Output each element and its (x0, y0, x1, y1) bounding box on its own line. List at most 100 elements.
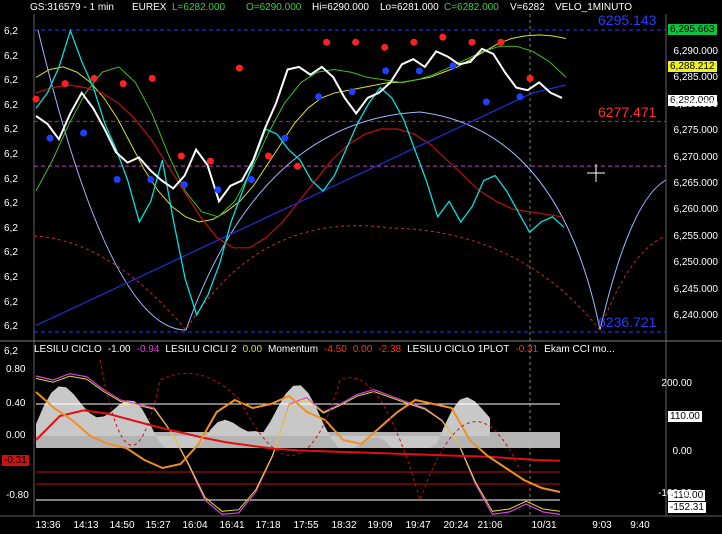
badge-yellow-level: 6,288.212 (668, 61, 717, 72)
red-signal-dot (381, 43, 389, 51)
series-green-line (35, 45, 567, 218)
price-right-tick: 6,285.000 (673, 72, 719, 83)
header-exchange: EUREX (132, 2, 167, 13)
price-left-tick: 6,2 (4, 198, 18, 209)
red-signal-dot (468, 38, 476, 46)
series-yellow-line (35, 34, 567, 223)
indicator-legend: LESILU CICLO -1.00 -0.94 LESILU CICLI 2 0.00… (34, 344, 621, 355)
header-low: Lo=6281.000 (380, 2, 439, 13)
x-axis-tick: 16:04 (182, 520, 208, 531)
red-signal-dot (90, 74, 98, 82)
red-signal-dot (323, 38, 331, 46)
price-left-tick: 6,2 (4, 272, 18, 283)
blue-signal-dot (449, 62, 457, 70)
x-axis-tick: 17:18 (255, 520, 281, 531)
price-left-tick: 6,2 (4, 100, 18, 111)
x-axis-tick: 19:09 (367, 520, 393, 531)
header-last: L=6282.000 (172, 2, 226, 13)
indicator-legend-item: LESILU CICLI 2 (165, 344, 237, 355)
indicator-left-tick: 0.00 (6, 430, 26, 441)
header-high: Hi=6290.000 (312, 2, 369, 13)
badge-cci-last: -152.31 (668, 502, 706, 513)
price-right-tick: 6,265.000 (673, 178, 719, 189)
x-axis-tick: 18:32 (331, 520, 357, 531)
blue-signal-dot (382, 67, 390, 75)
x-axis-tick: 14:50 (109, 520, 135, 531)
badge-upper-110: 110.00 (668, 411, 702, 422)
blue-signal-dot (80, 129, 88, 137)
red-signal-dot (410, 38, 418, 46)
price-right-tick: 6,280.000 (673, 99, 719, 110)
price-right-tick: 6,270.000 (673, 152, 719, 163)
red-signal-dot (148, 74, 156, 82)
chart-canvas[interactable] (0, 0, 722, 534)
price-left-tick: 6,2 (4, 51, 18, 62)
red-signal-dot (235, 64, 243, 72)
red-signal-dot (32, 95, 40, 103)
price-right-tick: 6,250.000 (673, 257, 719, 268)
red-signal-dot (352, 38, 360, 46)
blue-signal-dot (247, 176, 255, 183)
indicator-left-tick: -0.80 (6, 490, 29, 501)
price-right-tick: 6,275.000 (673, 125, 719, 136)
x-axis-tick: 9:40 (630, 520, 650, 531)
level-label-top: 6295.143 (598, 12, 657, 28)
red-signal-dot (206, 157, 214, 165)
price-right-tick: 6,260.000 (673, 204, 719, 215)
x-axis-tick: 19:47 (405, 520, 431, 531)
blue-signal-dot (147, 176, 155, 183)
indicator-right-tick: 200.00 (661, 378, 692, 389)
header-close: C=6282.000 (444, 2, 499, 13)
badge-upper-band: 6,295.663 (668, 24, 717, 35)
price-left-tick: 6,2 (4, 247, 18, 258)
cycle-arc (37, 29, 667, 331)
indicator-left-tick: 0.80 (6, 364, 26, 375)
indicator-legend-item: LESILU CICLO (34, 344, 102, 355)
red-signal-dot (497, 38, 505, 46)
blue-signal-dot (214, 186, 222, 194)
price-left-tick: 6,2 (4, 26, 18, 37)
price-right-tick: 6,255.000 (673, 231, 719, 242)
chart-stage[interactable]: GS:316579 - 1 min EUREX L=6282.000 O=629… (0, 0, 722, 534)
badge-left-indicator: -0.31 (2, 455, 29, 466)
price-right-tick: 6,240.000 (673, 310, 719, 321)
red-signal-dot (119, 80, 127, 88)
price-left-tick: 6,2 (4, 223, 18, 234)
price-right-tick: 6,245.000 (673, 284, 719, 295)
price-left-tick: 6,2 (4, 174, 18, 185)
x-axis-tick: 17:55 (293, 520, 319, 531)
level-label-red: 6277.471 (598, 104, 657, 120)
x-axis-tick: 15:27 (145, 520, 171, 531)
price-left-tick: 6,2 (4, 124, 18, 135)
red-signal-dot (439, 33, 447, 41)
indicator-legend-item: -0.31 (515, 344, 539, 355)
indicator-legend-item: -0.94 (136, 344, 160, 355)
blue-signal-dot (281, 134, 289, 142)
blue-signal-dot (415, 67, 423, 75)
price-left-tick: 6,2 (4, 321, 18, 332)
indicator-legend-item: LESILU CICLO 1PLOT (407, 344, 510, 355)
x-axis-tick: 9:03 (592, 520, 612, 531)
price-left-tick: 6,2 (4, 75, 18, 86)
header-symbol: GS:316579 - 1 min (30, 2, 114, 13)
red-signal-dot (177, 152, 185, 160)
indicator-legend-item: -4.50 (324, 344, 347, 355)
header-volume: V=6282 (510, 2, 545, 13)
red-signal-dot (61, 80, 69, 88)
blue-signal-dot (180, 181, 188, 189)
blue-signal-dot (46, 134, 54, 142)
x-axis-tick: 20:24 (443, 520, 469, 531)
indicator-legend-item: Momentum (268, 344, 319, 355)
dashed-cycle (33, 225, 667, 331)
blue-signal-dot (315, 93, 323, 101)
x-axis-tick: 13:36 (35, 520, 61, 531)
x-axis-tick: 21:06 (477, 520, 503, 531)
blue-signal-dot (482, 98, 490, 106)
indicator-right-tick: -100.00 (658, 488, 692, 499)
red-signal-dot (294, 162, 301, 170)
x-axis-tick: 14:13 (73, 520, 99, 531)
blue-signal-dot (516, 93, 524, 101)
indicator-legend-item: 0.00 (352, 344, 373, 355)
price-left-tick: 6,2 (4, 149, 18, 160)
price-left-tick: 6,2 (4, 297, 18, 308)
